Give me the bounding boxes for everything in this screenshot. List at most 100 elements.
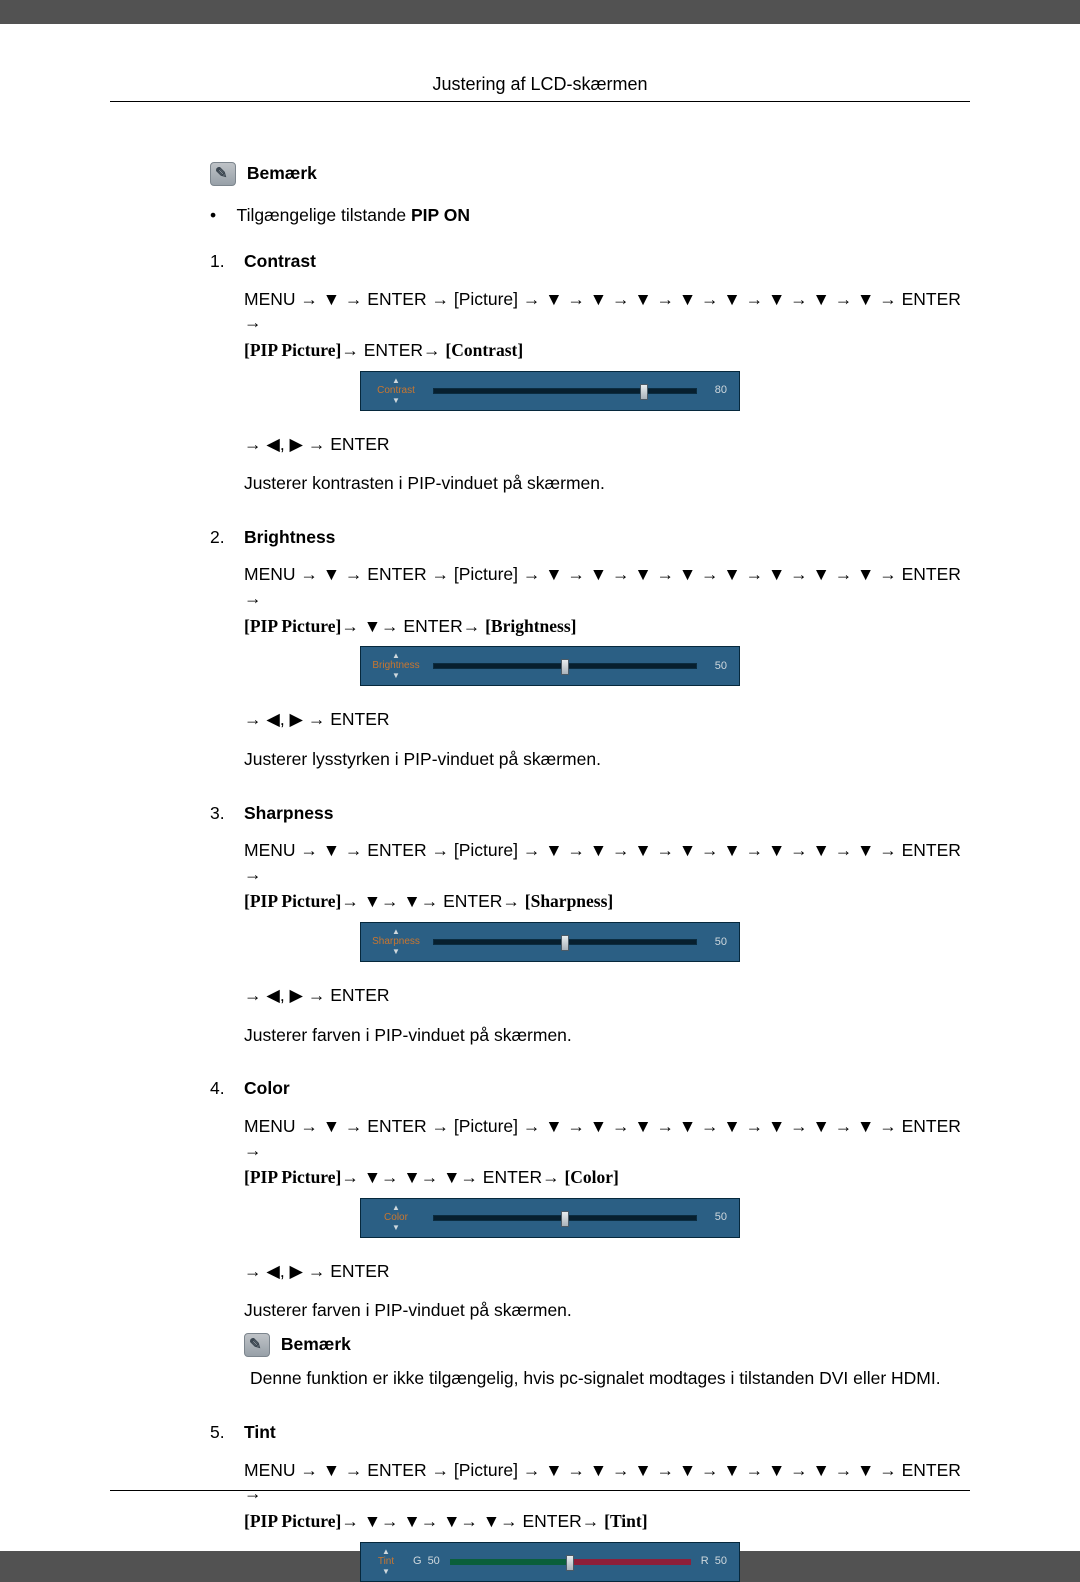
item-row: 1. Contrast [210,250,970,274]
slider-label-column: ▲ Brightness ▼ [369,652,423,680]
slider-value: 50 [707,1210,727,1225]
menu-path-line-1: MENU → ▼ → ENTER → [Picture] → ▼ → ▼ → ▼… [210,288,970,335]
menu-path-line-1: MENU → ▼ → ENTER → [Picture] → ▼ → ▼ → ▼… [210,563,970,610]
item-row: 3. Sharpness [210,802,970,826]
down-triangle-icon: ▼ [392,672,400,680]
path-text: MENU → ▼ → ENTER → [Picture] → ▼ → ▼ → ▼… [244,564,961,608]
item-number: 5. [210,1421,244,1445]
brightness-slider-image: ▲ Brightness ▼ 50 [360,646,740,686]
tint-r-label: R [701,1554,709,1569]
nav-arrows-line: → ◀, ▶ → ENTER [210,433,970,457]
slider-label-column: ▲ Sharpness ▼ [369,928,423,956]
notice-label: Bemærk [281,1334,351,1354]
tint-g-readout: G 50 [413,1554,440,1569]
slider-value: 50 [707,935,727,950]
slider-name: Contrast [377,386,415,396]
slider-label-column: ▲ Color ▼ [369,1204,423,1232]
sharpness-slider-image: ▲ Sharpness ▼ 50 [360,922,740,962]
pip-picture-label: [PIP Picture] [244,616,341,636]
menu-path-line-1: MENU → ▼ → ENTER → [Picture] → ▼ → ▼ → ▼… [210,1459,970,1506]
document-page: Justering af LCD-skærmen Bemærk Tilgænge… [0,24,1080,1551]
up-triangle-icon: ▲ [392,652,400,660]
pip-picture-label: [PIP Picture] [244,1511,341,1531]
bullet-text: Tilgængelige tilstande [237,205,411,225]
slider-name: Color [384,1213,408,1223]
path-text: MENU → ▼ → ENTER → [Picture] → ▼ → ▼ → ▼… [244,1116,961,1160]
slider-track [433,939,697,945]
nav-arrows-line: → ◀, ▶ → ENTER [210,984,970,1008]
slider-label-column: ▲ Contrast ▼ [369,377,423,405]
menu-path-line-2: [PIP Picture]→ ▼→ ▼→ ▼→ ▼→ ENTER→ [Tint] [210,1510,970,1534]
color-slider-image: ▲ Color ▼ 50 [360,1198,740,1238]
down-triangle-icon: ▼ [392,948,400,956]
bracket-label: [Sharpness] [525,891,614,911]
path-tail: → ENTER→ [341,340,445,360]
item-number: 3. [210,802,244,826]
item-label: Sharpness [244,802,333,826]
page-header: Justering af LCD-skærmen [110,74,970,101]
down-triangle-icon: ▼ [392,1224,400,1232]
notice-row: Bemærk [210,162,970,186]
menu-path-line-2: [PIP Picture]→ ENTER→ [Contrast] [210,339,970,363]
pip-picture-label: [PIP Picture] [244,891,341,911]
item-description: Justerer farven i PIP-vinduet på skærmen… [210,1024,970,1048]
pip-picture-label: [PIP Picture] [244,340,341,360]
path-text: MENU → ▼ → ENTER → [Picture] → ▼ → ▼ → ▼… [244,840,961,884]
slider-thumb [561,935,569,951]
slider-track [433,388,697,394]
item-description: Justerer farven i PIP-vinduet på skærmen… [210,1299,970,1323]
tint-g-label: G [413,1554,422,1569]
path-text: MENU → ▼ → ENTER → [Picture] → ▼ → ▼ → ▼… [244,1460,961,1504]
down-triangle-icon: ▼ [382,1568,390,1576]
pencil-note-icon [210,162,236,186]
nav-arrows-line: → ◀, ▶ → ENTER [210,708,970,732]
up-triangle-icon: ▲ [392,1204,400,1212]
item-label: Tint [244,1421,276,1445]
slider-name: Sharpness [372,937,420,947]
tint-slider-image: ▲ Tint ▼ G 50 R 50 [360,1542,740,1582]
pencil-note-icon [244,1333,270,1357]
slider-thumb [566,1555,574,1571]
down-triangle-icon: ▼ [392,397,400,405]
slider-label-column: ▲ Tint ▼ [369,1548,403,1576]
notice-row: Bemærk [210,1333,970,1357]
menu-path-line-2: [PIP Picture]→ ▼→ ▼→ ▼→ ENTER→ [Color] [210,1166,970,1190]
slider-track [433,1215,697,1221]
slider-thumb [640,384,648,400]
path-tail: → ▼→ ▼→ ENTER→ [341,891,524,911]
slider-track [450,1559,691,1565]
contrast-slider-image: ▲ Contrast ▼ 80 [360,371,740,411]
slider-name: Tint [378,1557,394,1567]
item-row: 2. Brightness [210,526,970,550]
item-number: 2. [210,526,244,550]
slider-value: 80 [707,383,727,398]
path-text: MENU → ▼ → ENTER → [Picture] → ▼ → ▼ → ▼… [244,289,961,333]
menu-path-line-2: [PIP Picture]→ ▼→ ▼→ ENTER→ [Sharpness] [210,890,970,914]
notice-label: Bemærk [247,163,317,183]
up-triangle-icon: ▲ [382,1548,390,1556]
bullet-available-modes: Tilgængelige tilstande PIP ON [210,204,970,228]
nav-arrows-line: → ◀, ▶ → ENTER [210,1260,970,1284]
up-triangle-icon: ▲ [392,377,400,385]
item-label: Color [244,1077,290,1101]
bullet-bold: PIP ON [411,205,470,225]
item-note: Denne funktion er ikke tilgængelig, hvis… [210,1367,970,1391]
menu-path-line-1: MENU → ▼ → ENTER → [Picture] → ▼ → ▼ → ▼… [210,1115,970,1162]
item-label: Contrast [244,250,316,274]
bracket-label: [Contrast] [445,340,523,360]
slider-thumb [561,659,569,675]
item-number: 1. [210,250,244,274]
item-label: Brightness [244,526,335,550]
tint-green-fill [450,1559,569,1565]
tint-red-fill [571,1559,690,1565]
path-tail: → ▼→ ▼→ ▼→ ▼→ ENTER→ [341,1511,604,1531]
item-description: Justerer kontrasten i PIP-vinduet på skæ… [210,472,970,496]
item-row: 4. Color [210,1077,970,1101]
bracket-label: [Tint] [604,1511,647,1531]
footer-rule [110,1490,970,1491]
item-description: Justerer lysstyrken i PIP-vinduet på skæ… [210,748,970,772]
bracket-label: [Brightness] [485,616,576,636]
slider-thumb [561,1211,569,1227]
bracket-label: [Color] [564,1167,618,1187]
tint-r-readout: R 50 [701,1554,727,1569]
